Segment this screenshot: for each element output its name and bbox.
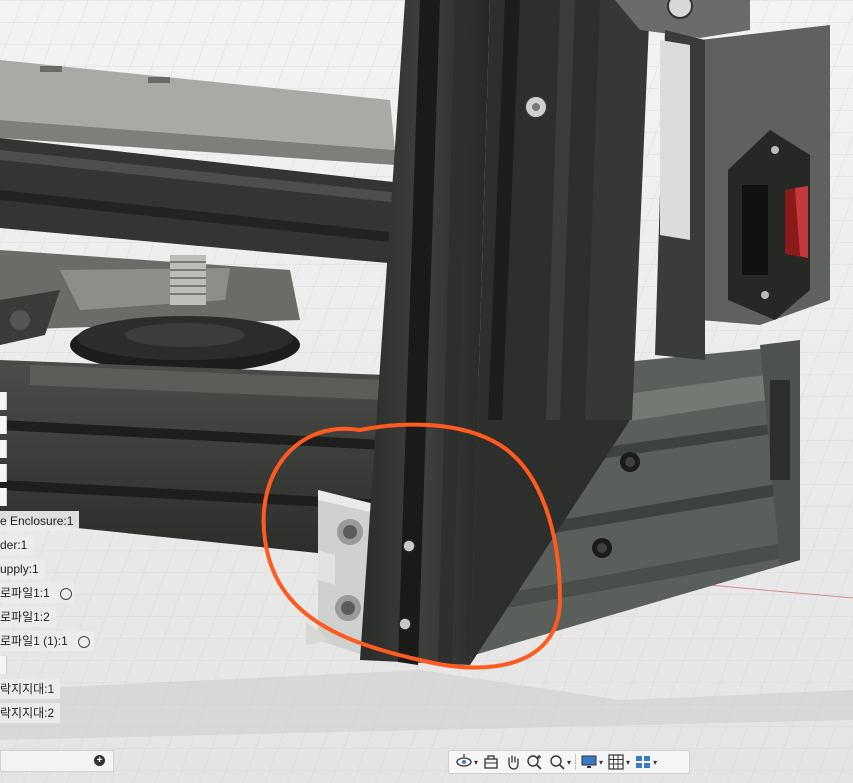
zoom-window-icon bbox=[550, 755, 565, 770]
design-viewport[interactable] bbox=[0, 0, 853, 783]
viewports-button[interactable]: ▾ bbox=[634, 752, 657, 772]
look-at-button[interactable] bbox=[482, 752, 500, 772]
chevron-down-icon: ▾ bbox=[567, 757, 572, 767]
chevron-down-icon: ▾ bbox=[474, 757, 479, 767]
browser-row-stub bbox=[0, 464, 7, 482]
power-socket bbox=[742, 185, 768, 275]
browser-item-belt-support-2[interactable]: 락지지대:2 bbox=[0, 703, 61, 723]
orbit-button[interactable]: ▾ bbox=[455, 752, 478, 772]
browser-item-label: upply:1 bbox=[0, 562, 39, 576]
chevron-down-icon: ▾ bbox=[653, 757, 658, 767]
orbit-icon bbox=[456, 754, 472, 767]
visibility-toggle-icon[interactable] bbox=[77, 635, 90, 648]
pan-button[interactable] bbox=[504, 752, 522, 772]
browser-row-stub bbox=[0, 392, 7, 410]
browser-item-power-supply[interactable]: upply:1 bbox=[0, 559, 45, 579]
browser-item-label: 로파일1 (1):1 bbox=[0, 634, 68, 648]
look-at-icon bbox=[484, 755, 498, 769]
browser-item-profile-1-1[interactable]: 로파일1:1 bbox=[0, 583, 74, 603]
browser-item-label: e Enclosure:1 bbox=[0, 514, 74, 528]
browser-item-label: 로파일1:1 bbox=[0, 586, 50, 600]
comments-bar: + bbox=[0, 750, 114, 772]
hand-pan-icon bbox=[508, 755, 519, 770]
browser-row-stub bbox=[0, 440, 7, 458]
browser-item-label: der:1 bbox=[0, 538, 28, 552]
toolbar-divider bbox=[575, 754, 577, 770]
chevron-down-icon: ▾ bbox=[599, 757, 604, 767]
zoom-icon bbox=[527, 755, 542, 770]
browser-row-stub bbox=[0, 416, 7, 434]
grid-icon bbox=[608, 754, 624, 770]
browser-item-enclosure[interactable]: e Enclosure:1 bbox=[0, 511, 80, 531]
grid-and-snaps-button[interactable]: ▾ bbox=[607, 752, 630, 772]
display-settings-button[interactable]: ▾ bbox=[580, 752, 603, 772]
zoom-button[interactable] bbox=[526, 752, 544, 772]
browser-item-label: 락지지대:2 bbox=[0, 706, 55, 720]
browser-item-profile-1-2[interactable]: 로파일1:2 bbox=[0, 607, 56, 627]
navigation-toolbar: ▾ ▾ ▾ ▾ ▾ bbox=[448, 750, 690, 774]
browser-item-label: 락지지대:1 bbox=[0, 682, 55, 696]
plus-circle-icon[interactable]: + bbox=[94, 755, 105, 766]
browser-item-profile-1-1-copy[interactable]: 로파일1 (1):1 bbox=[0, 631, 94, 651]
monitor-icon bbox=[581, 755, 597, 768]
viewports-icon bbox=[636, 756, 651, 768]
fit-button[interactable]: ▾ bbox=[548, 752, 571, 772]
browser-item-belt-support-1[interactable]: 락지지대:1 bbox=[0, 679, 61, 699]
browser-item-label: 로파일1:2 bbox=[0, 610, 50, 624]
browser-row-stub bbox=[0, 656, 7, 674]
visibility-toggle-icon[interactable] bbox=[59, 587, 72, 600]
browser-row-stub bbox=[0, 488, 7, 506]
browser-item-holder[interactable]: der:1 bbox=[0, 535, 34, 555]
chevron-down-icon: ▾ bbox=[626, 757, 631, 767]
